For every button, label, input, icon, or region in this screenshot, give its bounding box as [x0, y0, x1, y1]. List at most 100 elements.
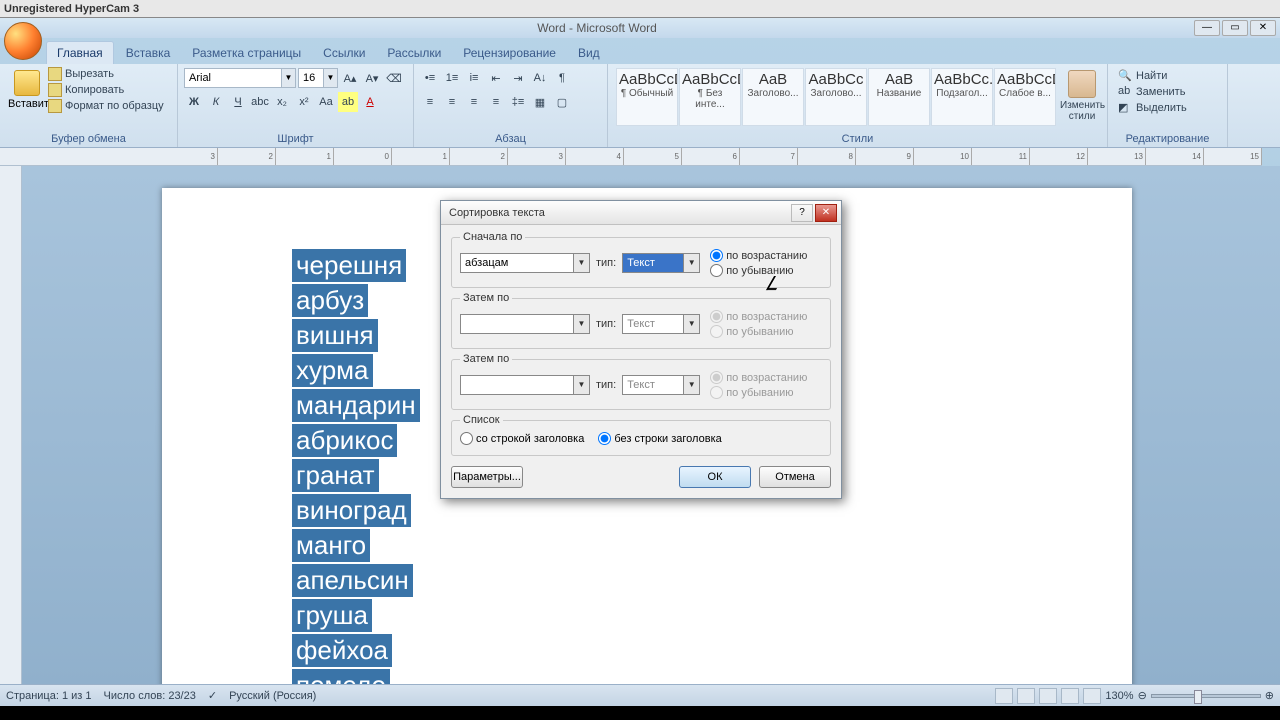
replace-button[interactable]: abЗаменить	[1118, 84, 1217, 100]
select-button[interactable]: ◩Выделить	[1118, 100, 1217, 116]
style-item-2[interactable]: AaBЗаголово...	[742, 68, 804, 126]
sort-by-combo-2[interactable]: ▼	[460, 314, 590, 334]
styles-gallery[interactable]: AaBbCcDd¶ ОбычныйAaBbCcDd¶ Без инте...Aa…	[614, 66, 1058, 128]
find-button[interactable]: 🔍Найти	[1118, 68, 1217, 84]
desc-radio-1[interactable]: по убыванию	[710, 264, 807, 277]
style-item-4[interactable]: AaBНазвание	[868, 68, 930, 126]
align-right-button[interactable]: ≡	[464, 92, 484, 112]
font-color-button[interactable]: A	[360, 92, 380, 112]
doc-word[interactable]: мандарин	[292, 389, 420, 422]
multilevel-button[interactable]: i≡	[464, 68, 484, 88]
maximize-button[interactable]: ▭	[1222, 20, 1248, 36]
horizontal-ruler[interactable]: 321012345678910111213141516171819	[0, 148, 1262, 166]
copy-button[interactable]: Копировать	[48, 82, 164, 98]
help-button[interactable]: ?	[791, 204, 813, 222]
status-spellcheck-icon[interactable]: ✓	[208, 689, 217, 702]
minimize-button[interactable]: —	[1194, 20, 1220, 36]
tab-home[interactable]: Главная	[46, 41, 114, 64]
font-name-combo[interactable]: Arial▼	[184, 68, 296, 88]
sort-type-combo-2[interactable]: Текст▼	[622, 314, 700, 334]
tab-layout[interactable]: Разметка страницы	[182, 42, 311, 64]
subscript-button[interactable]: x₂	[272, 92, 292, 112]
asc-radio-input-1[interactable]	[710, 249, 723, 262]
font-size-combo[interactable]: 16▼	[298, 68, 338, 88]
view-outline-button[interactable]	[1061, 688, 1079, 704]
indent-dec-button[interactable]: ⇤	[486, 68, 506, 88]
style-item-0[interactable]: AaBbCcDd¶ Обычный	[616, 68, 678, 126]
clear-format-button[interactable]: ⌫	[384, 68, 404, 88]
align-left-button[interactable]: ≡	[420, 92, 440, 112]
sort-type-combo-1[interactable]: Текст▼	[622, 253, 700, 273]
numbering-button[interactable]: 1≡	[442, 68, 462, 88]
cancel-button[interactable]: Отмена	[759, 466, 831, 488]
paste-button[interactable]: Вставить	[6, 66, 48, 114]
doc-word[interactable]: арбуз	[292, 284, 368, 317]
status-language[interactable]: Русский (Россия)	[229, 690, 316, 702]
view-read-button[interactable]	[1017, 688, 1035, 704]
bold-button[interactable]: Ж	[184, 92, 204, 112]
view-web-button[interactable]	[1039, 688, 1057, 704]
vertical-ruler[interactable]	[0, 166, 22, 690]
style-item-6[interactable]: AaBbCcDdСлабое в...	[994, 68, 1056, 126]
italic-button[interactable]: К	[206, 92, 226, 112]
superscript-button[interactable]: x²	[294, 92, 314, 112]
show-marks-button[interactable]: ¶	[552, 68, 572, 88]
shrink-font-button[interactable]: A▾	[362, 68, 382, 88]
view-draft-button[interactable]	[1083, 688, 1101, 704]
line-spacing-button[interactable]: ‡≡	[508, 92, 528, 112]
asc-radio-1[interactable]: по возрастанию	[710, 249, 807, 262]
dialog-close-button[interactable]: ✕	[815, 204, 837, 222]
style-item-3[interactable]: AaBbCcЗаголово...	[805, 68, 867, 126]
dialog-titlebar[interactable]: Сортировка текста ? ✕	[441, 201, 841, 225]
change-styles-button[interactable]: Изменить стили	[1058, 66, 1106, 128]
ok-button[interactable]: ОК	[679, 466, 751, 488]
sort-button[interactable]: A↓	[530, 68, 550, 88]
tab-insert[interactable]: Вставка	[116, 42, 181, 64]
sort-type-combo-3[interactable]: Текст▼	[622, 375, 700, 395]
bullets-button[interactable]: •≡	[420, 68, 440, 88]
view-print-button[interactable]	[995, 688, 1013, 704]
close-button[interactable]: ✕	[1250, 20, 1276, 36]
shading-button[interactable]: ▦	[530, 92, 550, 112]
doc-word[interactable]: гранат	[292, 459, 379, 492]
with-header-input[interactable]	[460, 432, 473, 445]
justify-button[interactable]: ≡	[486, 92, 506, 112]
no-header-input[interactable]	[598, 432, 611, 445]
doc-word[interactable]: манго	[292, 529, 370, 562]
style-item-5[interactable]: AaBbCc.Подзагол...	[931, 68, 993, 126]
doc-word[interactable]: апельсин	[292, 564, 413, 597]
desc-radio-input-1[interactable]	[710, 264, 723, 277]
zoom-slider[interactable]	[1151, 694, 1261, 698]
borders-button[interactable]: ▢	[552, 92, 572, 112]
style-item-1[interactable]: AaBbCcDd¶ Без инте...	[679, 68, 741, 126]
zoom-out-button[interactable]: ⊖	[1138, 689, 1147, 702]
zoom-in-button[interactable]: ⊕	[1265, 689, 1274, 702]
indent-inc-button[interactable]: ⇥	[508, 68, 528, 88]
doc-word[interactable]: груша	[292, 599, 372, 632]
format-painter-button[interactable]: Формат по образцу	[48, 98, 164, 114]
tab-view[interactable]: Вид	[568, 42, 610, 64]
doc-word[interactable]: виноград	[292, 494, 411, 527]
underline-button[interactable]: Ч	[228, 92, 248, 112]
grow-font-button[interactable]: A▴	[340, 68, 360, 88]
doc-word[interactable]: абрикос	[292, 424, 397, 457]
office-button[interactable]	[4, 22, 42, 60]
doc-word[interactable]: хурма	[292, 354, 373, 387]
params-button[interactable]: Параметры...	[451, 466, 523, 488]
tab-references[interactable]: Ссылки	[313, 42, 375, 64]
doc-word[interactable]: черешня	[292, 249, 406, 282]
sort-by-combo-1[interactable]: абзацам▼	[460, 253, 590, 273]
tab-review[interactable]: Рецензирование	[453, 42, 566, 64]
strike-button[interactable]: abc	[250, 92, 270, 112]
highlight-button[interactable]: ab	[338, 92, 358, 112]
zoom-thumb[interactable]	[1194, 690, 1202, 704]
tab-mailings[interactable]: Рассылки	[377, 42, 451, 64]
with-header-radio[interactable]: со строкой заголовка	[460, 432, 584, 445]
no-header-radio[interactable]: без строки заголовка	[598, 432, 721, 445]
doc-word[interactable]: фейхоа	[292, 634, 392, 667]
doc-word[interactable]: вишня	[292, 319, 378, 352]
zoom-label[interactable]: 130%	[1105, 690, 1133, 702]
align-center-button[interactable]: ≡	[442, 92, 462, 112]
cut-button[interactable]: Вырезать	[48, 66, 164, 82]
sort-by-combo-3[interactable]: ▼	[460, 375, 590, 395]
